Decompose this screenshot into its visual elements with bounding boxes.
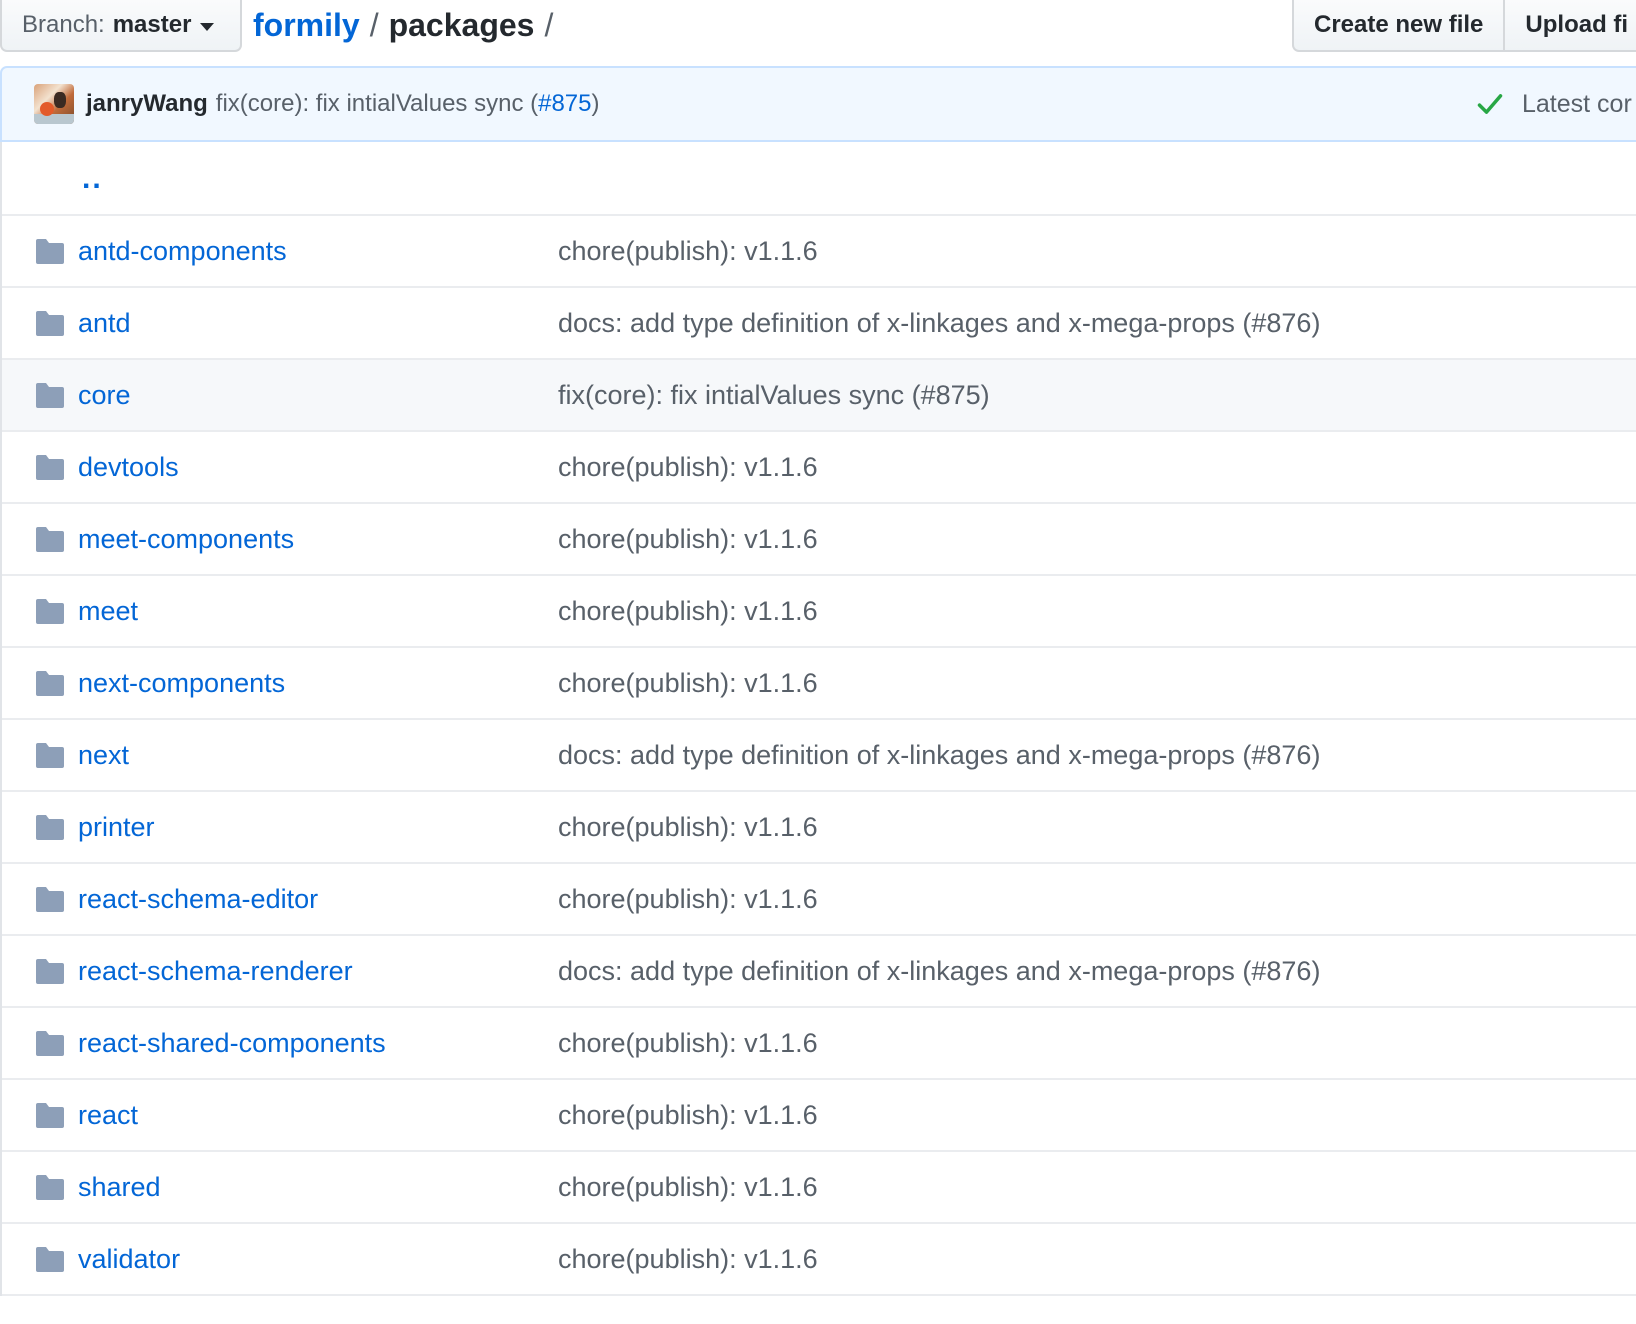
folder-icon (36, 1247, 64, 1272)
breadcrumb-repo-link[interactable]: formily (253, 7, 360, 43)
commit-message: fix(core): fix intialValues sync (#875) (216, 90, 600, 118)
file-navigation: Branch: master formily / packages / Create … (0, 0, 1636, 66)
breadcrumb: formily / packages / (253, 4, 563, 46)
caret-down-icon (200, 22, 215, 31)
file-row-react-schema-editor[interactable]: react-schema-editor chore(publish): v1.1… (2, 864, 1636, 936)
file-name-link[interactable]: react-schema-editor (78, 884, 318, 915)
file-row-shared[interactable]: shared chore(publish): v1.1.6 (2, 1152, 1636, 1224)
file-commit-message[interactable]: chore(publish): v1.1.6 (558, 668, 818, 699)
file-commit-message[interactable]: chore(publish): v1.1.6 (558, 1100, 818, 1131)
file-name-link[interactable]: validator (78, 1244, 180, 1275)
file-actions: Create new file Upload fi (1292, 0, 1636, 52)
file-name-link[interactable]: shared (78, 1172, 161, 1203)
file-row-devtools[interactable]: devtools chore(publish): v1.1.6 (2, 432, 1636, 504)
file-commit-message[interactable]: chore(publish): v1.1.6 (558, 812, 818, 843)
folder-icon (36, 311, 64, 336)
branch-label: Branch: (22, 11, 105, 38)
file-name-link[interactable]: meet (78, 596, 138, 627)
file-row-validator[interactable]: validator chore(publish): v1.1.6 (2, 1224, 1636, 1296)
breadcrumb-separator: / (369, 7, 379, 43)
folder-icon (36, 959, 64, 984)
parent-directory-row[interactable]: .. (2, 142, 1636, 216)
file-commit-message[interactable]: chore(publish): v1.1.6 (558, 1244, 818, 1275)
file-name-link[interactable]: antd (78, 308, 131, 339)
file-row-react[interactable]: react chore(publish): v1.1.6 (2, 1080, 1636, 1152)
check-icon (1477, 94, 1503, 114)
folder-icon (36, 239, 64, 264)
latest-commit-label[interactable]: Latest cor (1522, 90, 1632, 119)
commit-author-link[interactable]: janryWang (86, 90, 208, 118)
commit-pr-link[interactable]: #875 (538, 90, 591, 117)
file-row-meet-components[interactable]: meet-components chore(publish): v1.1.6 (2, 504, 1636, 576)
file-name-link[interactable]: devtools (78, 452, 179, 483)
file-commit-message[interactable]: docs: add type definition of x-linkages … (558, 956, 1320, 987)
breadcrumb-trailing-separator: / (544, 7, 554, 43)
file-commit-message[interactable]: chore(publish): v1.1.6 (558, 596, 818, 627)
file-name-link[interactable]: react-shared-components (78, 1028, 386, 1059)
upload-files-button[interactable]: Upload fi (1505, 0, 1636, 52)
avatar[interactable] (34, 84, 74, 124)
file-name-link[interactable]: core (78, 380, 131, 411)
file-name-link[interactable]: next (78, 740, 129, 771)
file-row-react-shared-components[interactable]: react-shared-components chore(publish): … (2, 1008, 1636, 1080)
folder-icon (36, 1031, 64, 1056)
file-row-antd[interactable]: antd docs: add type definition of x-link… (2, 288, 1636, 360)
file-commit-message[interactable]: chore(publish): v1.1.6 (558, 1172, 818, 1203)
file-row-react-schema-renderer[interactable]: react-schema-renderer docs: add type def… (2, 936, 1636, 1008)
branch-name: master (112, 11, 192, 38)
file-commit-message[interactable]: docs: add type definition of x-linkages … (558, 308, 1320, 339)
file-commit-message[interactable]: chore(publish): v1.1.6 (558, 236, 818, 267)
file-name-link[interactable]: antd-components (78, 236, 287, 267)
file-name-link[interactable]: next-components (78, 668, 285, 699)
file-commit-message[interactable]: docs: add type definition of x-linkages … (558, 740, 1320, 771)
file-list: .. antd-components chore(publish): v1.1.… (0, 142, 1636, 1296)
latest-commit-status: Latest cor (1476, 68, 1632, 140)
latest-commit-bar: janryWang fix(core): fix intialValues sy… (0, 66, 1636, 142)
commit-message-prefix[interactable]: fix(core): fix intialValues sync ( (216, 90, 538, 117)
file-name-link[interactable]: react-schema-renderer (78, 956, 353, 987)
file-commit-message[interactable]: fix(core): fix intialValues sync (#875) (558, 380, 990, 411)
folder-icon (36, 527, 64, 552)
file-row-next-components[interactable]: next-components chore(publish): v1.1.6 (2, 648, 1636, 720)
parent-directory-link[interactable]: .. (82, 162, 103, 196)
file-commit-message[interactable]: chore(publish): v1.1.6 (558, 884, 818, 915)
file-commit-message[interactable]: chore(publish): v1.1.6 (558, 1028, 818, 1059)
folder-icon (36, 1175, 64, 1200)
folder-icon (36, 599, 64, 624)
file-row-core[interactable]: core fix(core): fix intialValues sync (#… (2, 360, 1636, 432)
file-row-meet[interactable]: meet chore(publish): v1.1.6 (2, 576, 1636, 648)
file-name-link[interactable]: meet-components (78, 524, 294, 555)
folder-icon (36, 671, 64, 696)
file-name-link[interactable]: react (78, 1100, 138, 1131)
branch-select-button[interactable]: Branch: master (0, 0, 242, 52)
folder-icon (36, 887, 64, 912)
folder-icon (36, 743, 64, 768)
breadcrumb-current-directory: packages (388, 7, 535, 43)
file-row-antd-components[interactable]: antd-components chore(publish): v1.1.6 (2, 216, 1636, 288)
commit-message-suffix[interactable]: ) (592, 90, 600, 117)
folder-icon (36, 1103, 64, 1128)
file-commit-message[interactable]: chore(publish): v1.1.6 (558, 524, 818, 555)
folder-icon (36, 383, 64, 408)
file-name-link[interactable]: printer (78, 812, 155, 843)
create-new-file-button[interactable]: Create new file (1292, 0, 1506, 52)
file-commit-message[interactable]: chore(publish): v1.1.6 (558, 452, 818, 483)
folder-icon (36, 455, 64, 480)
file-row-printer[interactable]: printer chore(publish): v1.1.6 (2, 792, 1636, 864)
file-row-next[interactable]: next docs: add type definition of x-link… (2, 720, 1636, 792)
folder-icon (36, 815, 64, 840)
